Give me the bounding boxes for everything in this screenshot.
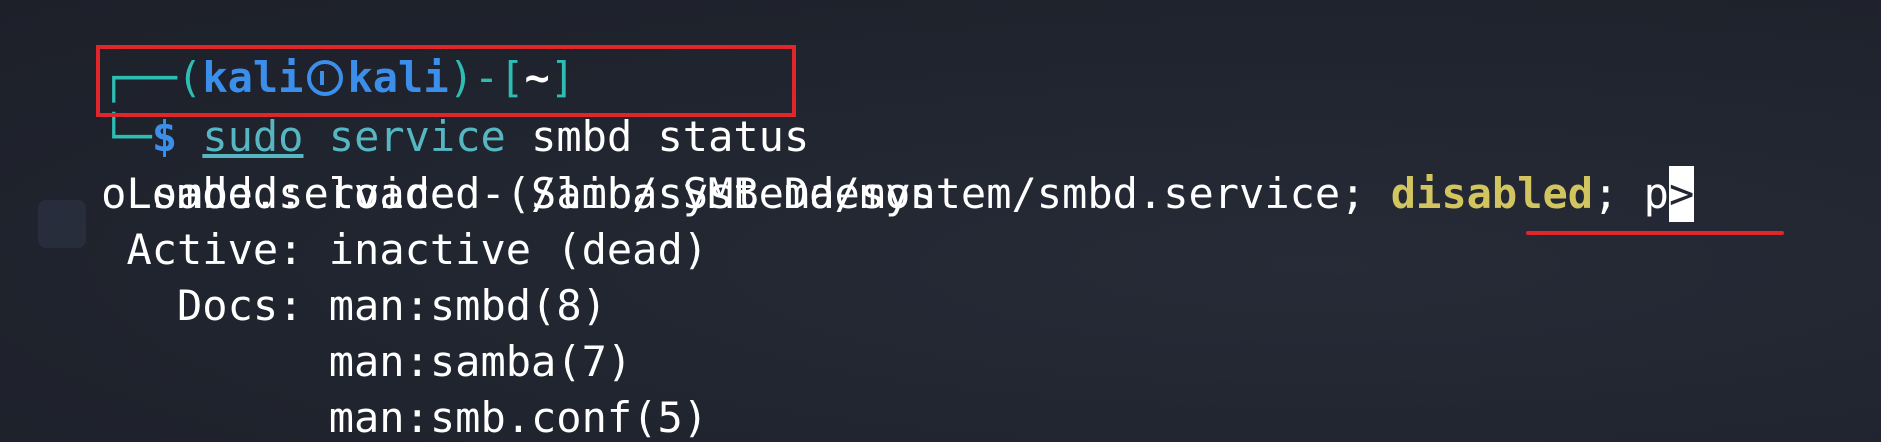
docs-entry: man:smbd(8) — [328, 281, 607, 330]
docs-entry: man:smb.conf(5) — [328, 393, 709, 442]
active-value: inactive (dead) — [328, 225, 709, 274]
disabled-underline-annotation — [1526, 231, 1784, 235]
service-title-line: o smbd.service - Samba SMB Daemon — [0, 110, 935, 218]
loaded-suffix: ; p — [1593, 169, 1669, 218]
loaded-value: loaded (/lib/systemd/system/smbd.service… — [328, 169, 1366, 218]
docs-entry: man:samba(7) — [328, 337, 633, 386]
loaded-state-disabled: disabled — [1390, 169, 1594, 218]
command-highlight-box — [96, 45, 796, 117]
terminal-window[interactable]: ┌──(kali kali)-[~] └─$ sudo service smbd … — [0, 0, 1881, 442]
loaded-label: Loaded: — [126, 169, 304, 218]
docs-label: Docs: — [177, 281, 304, 330]
truncation-marker: > — [1668, 166, 1695, 222]
active-label: Active: — [126, 225, 304, 274]
docs-line: Docs: man:smbd(8) — [0, 278, 607, 334]
loaded-line: Loaded: loaded (/lib/systemd/system/smbd… — [0, 166, 1695, 222]
docs-line: man:samba(7) — [0, 334, 632, 390]
active-line: Active: inactive (dead) — [0, 222, 708, 278]
prompt-line: ┌──(kali kali)-[~] — [0, 0, 575, 102]
docs-line: man:smb.conf(5) — [0, 390, 708, 442]
